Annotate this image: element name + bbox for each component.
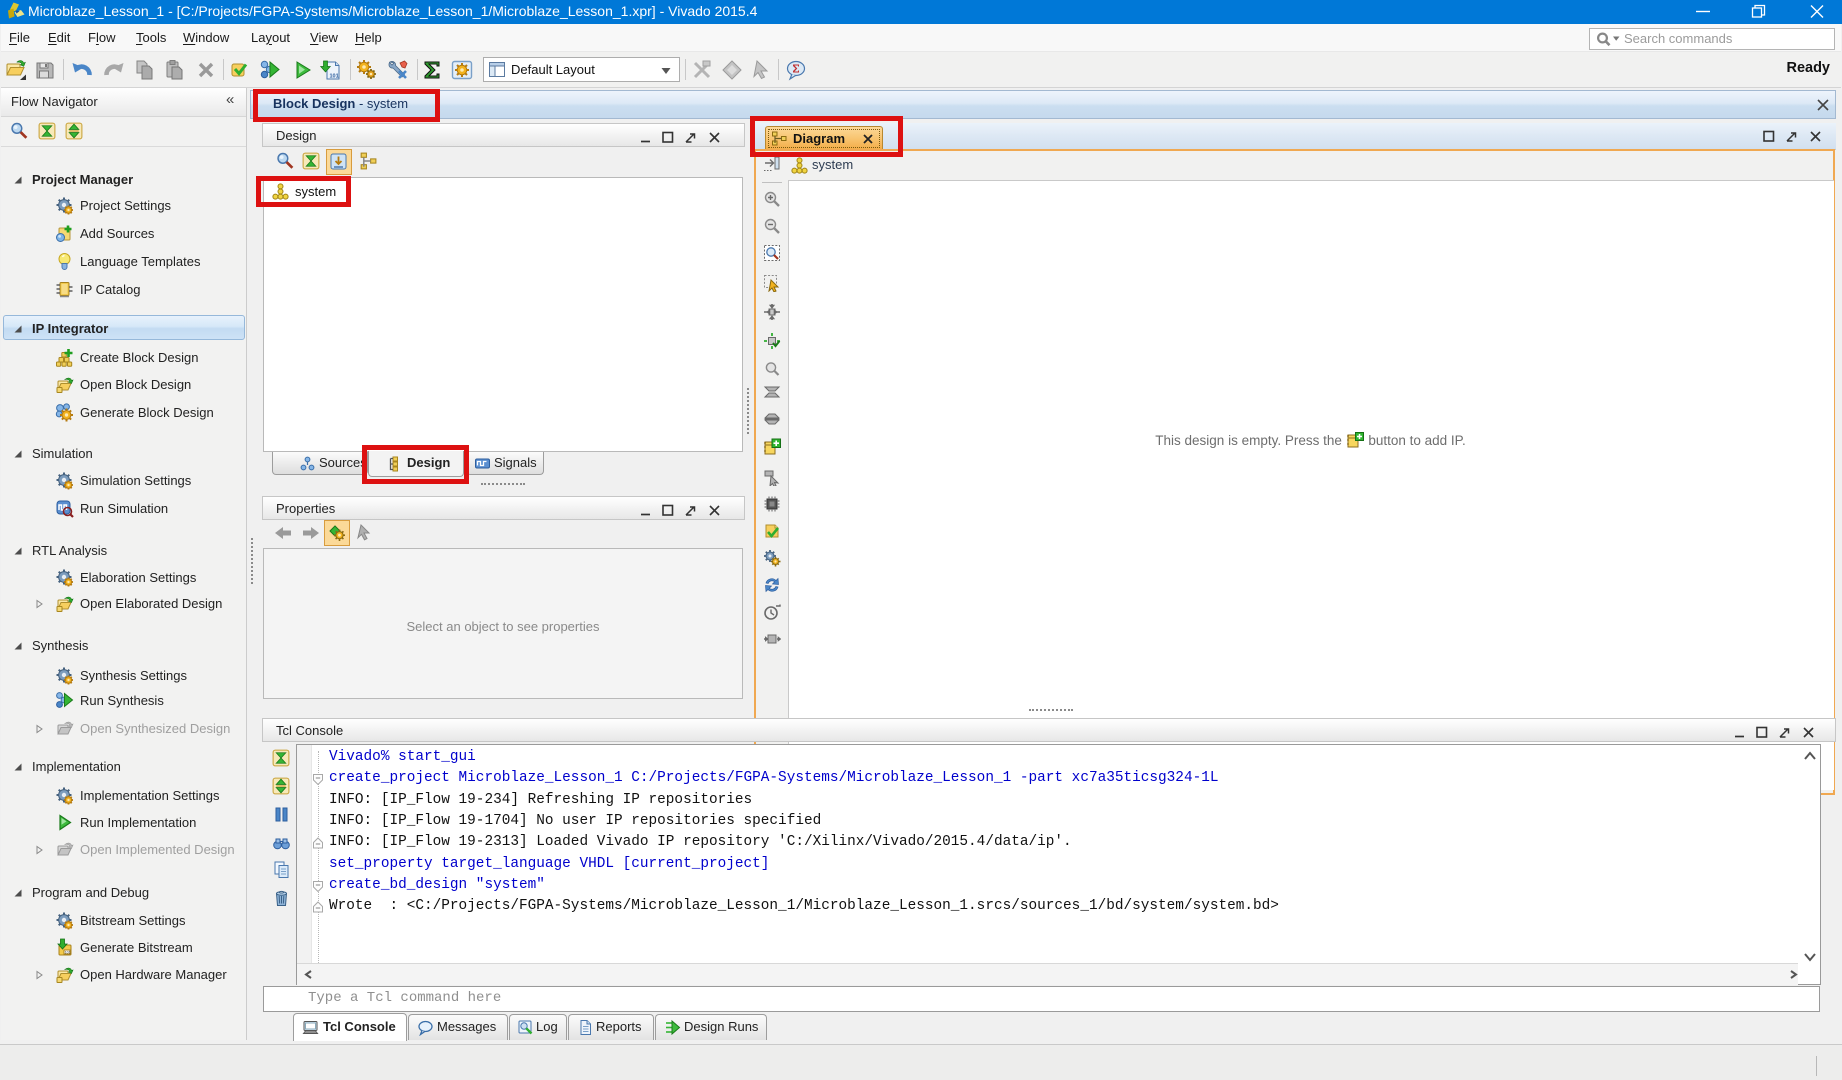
svg-text:101: 101 bbox=[330, 74, 339, 80]
